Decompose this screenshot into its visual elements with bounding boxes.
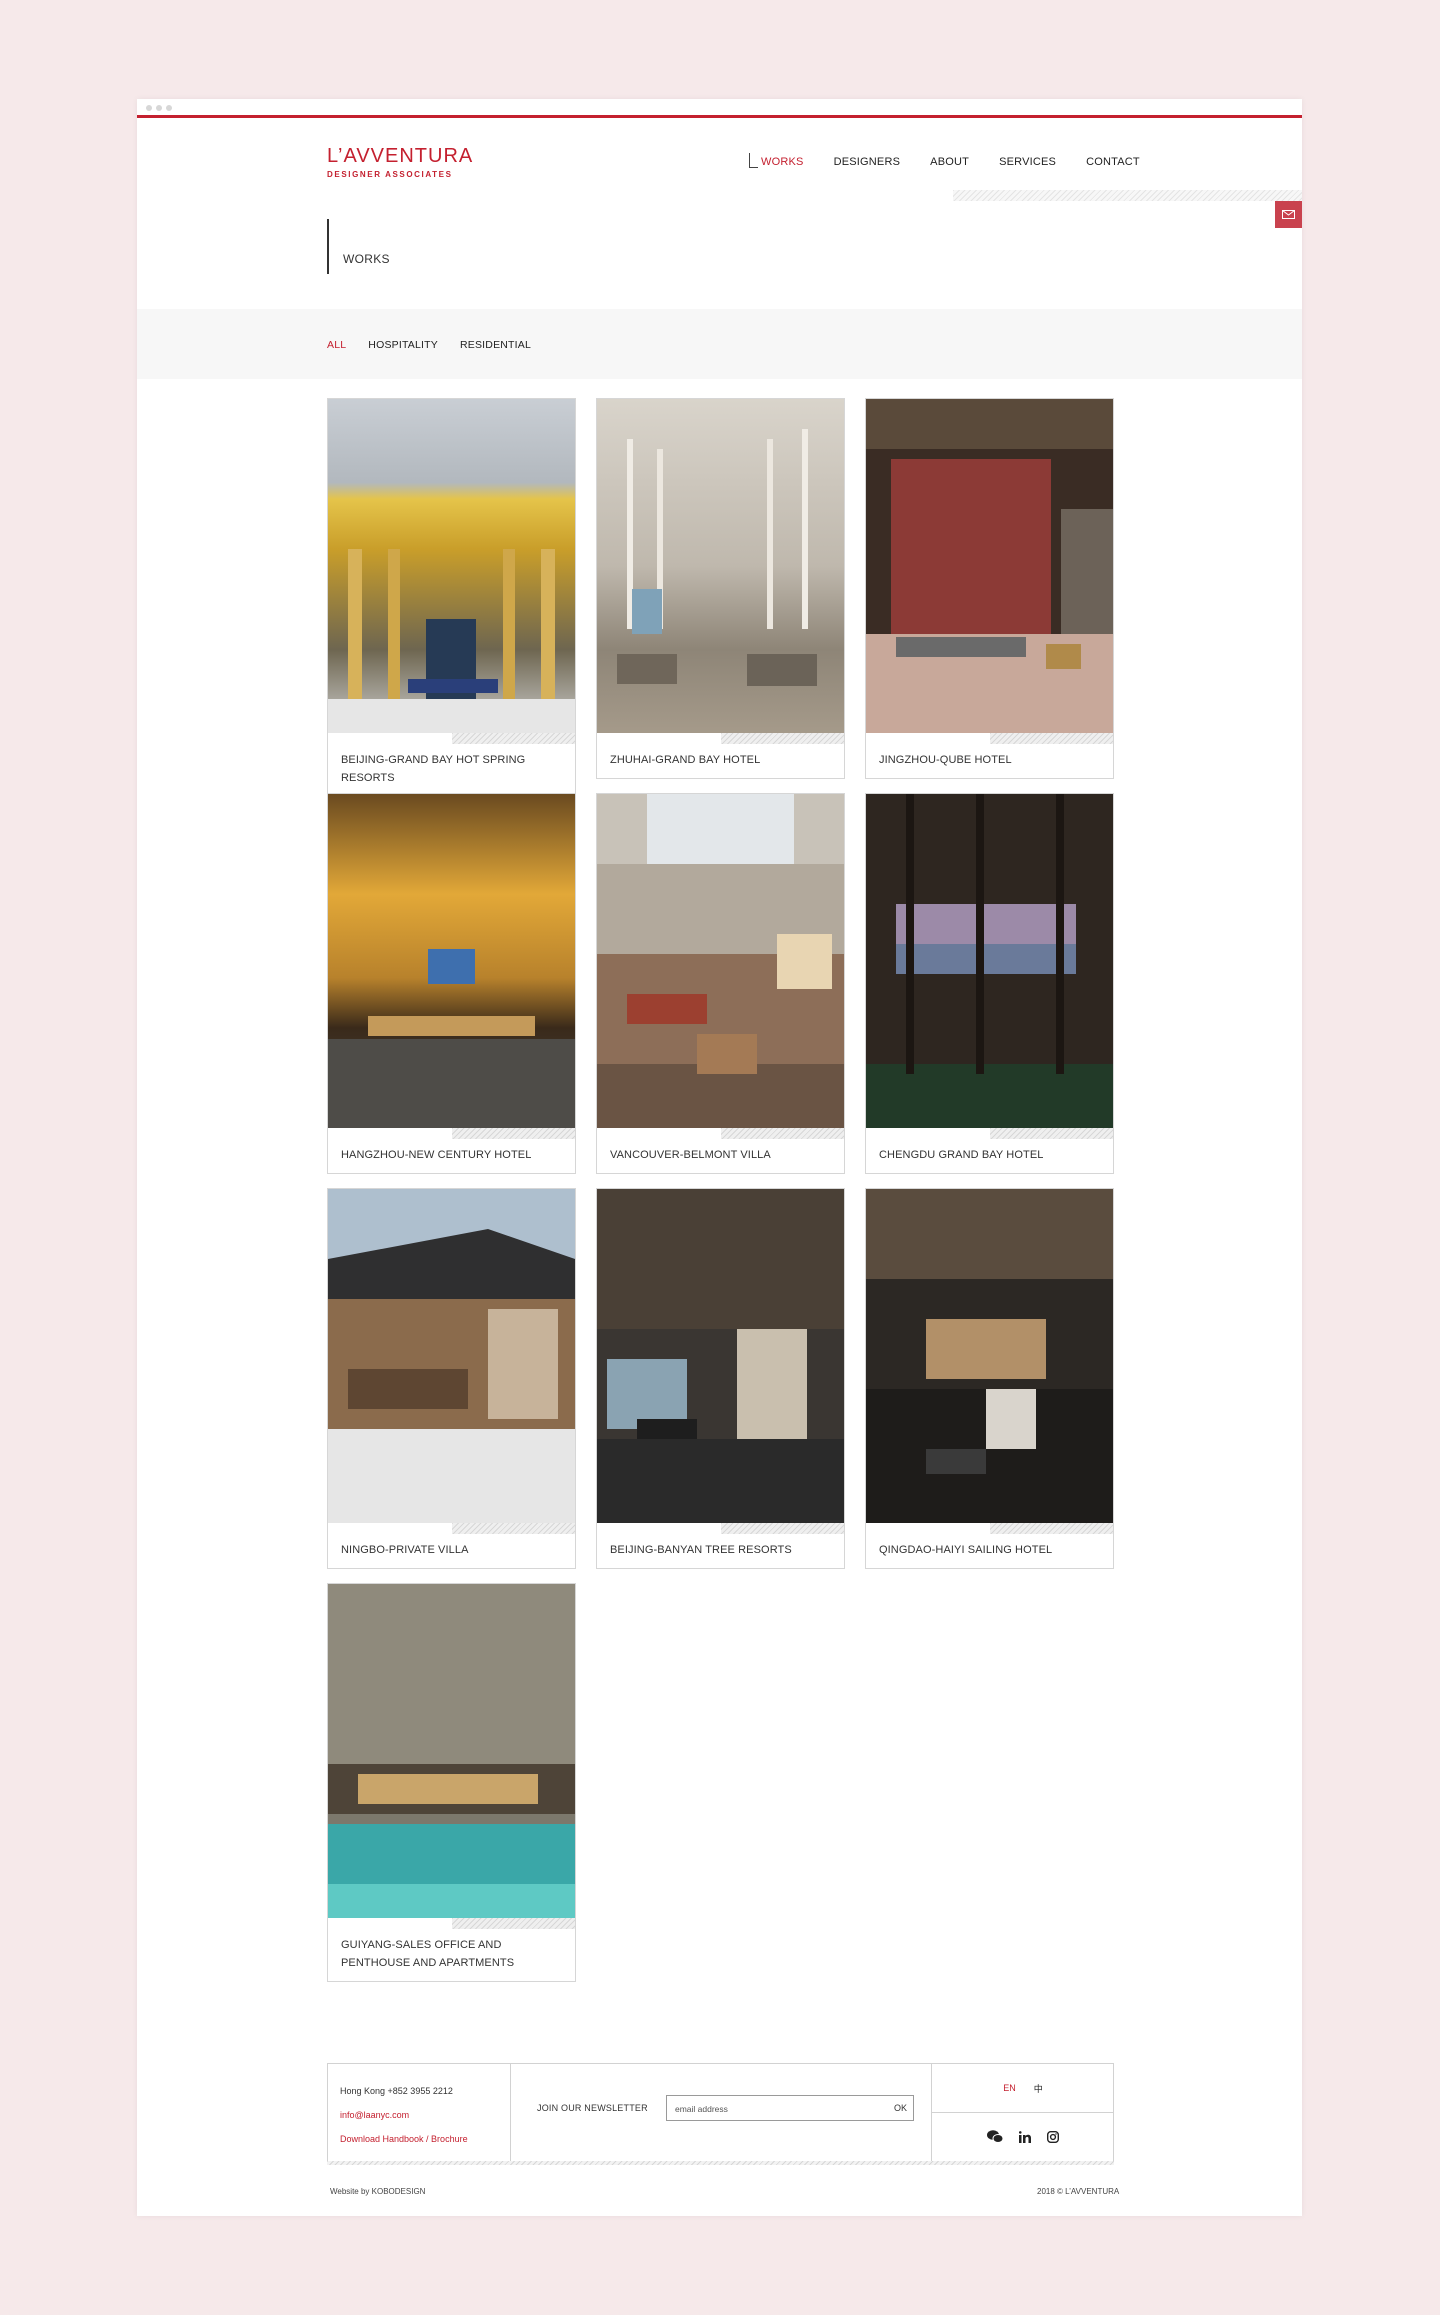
project-card[interactable]: QINGDAO-HAIYI SAILING HOTEL [865, 1188, 1114, 1569]
project-title: QINGDAO-HAIYI SAILING HOTEL [879, 1544, 1053, 1556]
project-image [328, 1189, 575, 1523]
project-card[interactable]: BEIJING-BANYAN TREE RESORTS [596, 1188, 845, 1569]
project-card[interactable]: VANCOUVER-BELMONT VILLA [596, 793, 845, 1174]
filter-all[interactable]: ALL [327, 339, 346, 351]
card-hatch-bar [866, 1128, 1113, 1139]
footer-hatch-decoration [327, 2161, 1114, 2165]
main-nav: WORKS DESIGNERS ABOUT SERVICES CONTACT [749, 153, 1170, 168]
site-footer: Hong Kong +852 3955 2212 info@laanyc.com… [327, 2063, 1114, 2162]
project-card[interactable]: ZHUHAI-GRAND BAY HOTEL [596, 398, 845, 779]
project-image [597, 399, 844, 733]
card-hatch-bar [597, 1128, 844, 1139]
logo-tagline: DESIGNER ASSOCIATES [327, 170, 453, 179]
filter-residential[interactable]: RESIDENTIAL [460, 339, 531, 351]
project-image [597, 794, 844, 1128]
project-title: NINGBO-PRIVATE VILLA [341, 1544, 469, 1556]
linkedin-icon[interactable] [1019, 2130, 1031, 2143]
card-hatch-bar [328, 1523, 575, 1534]
logo-name: L’AVVENTURA [327, 145, 474, 167]
project-image [866, 399, 1113, 733]
project-card[interactable]: GUIYANG-SALES OFFICE AND PENTHOUSE AND A… [327, 1583, 576, 1982]
lang-zh[interactable]: 中 [1034, 2082, 1043, 2095]
nav-about[interactable]: ABOUT [930, 156, 969, 168]
nav-services[interactable]: SERVICES [999, 156, 1056, 168]
card-hatch-bar [328, 1918, 575, 1929]
card-hatch-bar [597, 733, 844, 744]
newsletter-placeholder: email address [675, 2104, 728, 2114]
newsletter-email-input[interactable]: email address OK [666, 2095, 914, 2121]
social-links [932, 2113, 1114, 2160]
footer-lang-social: EN 中 [931, 2064, 1114, 2161]
project-card[interactable]: BEIJING-GRAND BAY HOT SPRING RESORTS [327, 398, 576, 797]
project-image [597, 1189, 844, 1523]
filter-bar: ALL HOSPITALITY RESIDENTIAL [137, 309, 1302, 379]
instagram-icon[interactable] [1047, 2130, 1059, 2143]
newsletter-label: JOIN OUR NEWSLETTER [537, 2103, 648, 2113]
project-title: VANCOUVER-BELMONT VILLA [610, 1149, 771, 1161]
language-switcher: EN 中 [932, 2064, 1114, 2113]
project-title: HANGZHOU-NEW CENTURY HOTEL [341, 1149, 532, 1161]
project-title: JINGZHOU-QUBE HOTEL [879, 754, 1012, 766]
project-image [866, 1189, 1113, 1523]
footer-newsletter: JOIN OUR NEWSLETTER email address OK [511, 2064, 931, 2161]
envelope-icon [1282, 210, 1295, 219]
credit-left[interactable]: Website by KOBODESIGN [330, 2187, 425, 2196]
project-title: BEIJING-GRAND BAY HOT SPRING RESORTS [341, 754, 526, 784]
footer-email-link[interactable]: info@laanyc.com [340, 2110, 409, 2120]
footer-contact: Hong Kong +852 3955 2212 info@laanyc.com… [328, 2064, 511, 2161]
top-accent-line [137, 115, 1302, 118]
page-title: WORKS [343, 252, 390, 266]
window-dot [156, 105, 162, 111]
card-hatch-bar [328, 733, 575, 744]
footer-phone: Hong Kong +852 3955 2212 [340, 2086, 453, 2096]
credit-right: 2018 © L’AVVENTURA [1037, 2187, 1120, 2196]
project-card[interactable]: CHENGDU GRAND BAY HOTEL [865, 793, 1114, 1174]
browser-window: L’AVVENTURA DESIGNER ASSOCIATES WORKS DE… [137, 99, 1302, 2216]
project-image [328, 399, 575, 733]
project-title: CHENGDU GRAND BAY HOTEL [879, 1149, 1044, 1161]
project-image [328, 1584, 575, 1918]
project-card[interactable]: JINGZHOU-QUBE HOTEL [865, 398, 1114, 779]
project-card[interactable]: NINGBO-PRIVATE VILLA [327, 1188, 576, 1569]
card-hatch-bar [866, 733, 1113, 744]
wechat-icon[interactable] [987, 2130, 1003, 2143]
filter-hospitality[interactable]: HOSPITALITY [368, 339, 438, 351]
footer-download-link[interactable]: Download Handbook / Brochure [340, 2134, 468, 2144]
window-dot [146, 105, 152, 111]
project-card[interactable]: HANGZHOU-NEW CENTURY HOTEL [327, 793, 576, 1174]
project-title: GUIYANG-SALES OFFICE AND PENTHOUSE AND A… [341, 1939, 515, 1969]
lang-en[interactable]: EN [1003, 2083, 1016, 2093]
project-image [328, 794, 575, 1128]
nav-designers[interactable]: DESIGNERS [834, 156, 901, 168]
nav-contact[interactable]: CONTACT [1086, 156, 1140, 168]
nav-works[interactable]: WORKS [749, 153, 804, 168]
brand-logo[interactable]: L’AVVENTURA DESIGNER ASSOCIATES [327, 146, 473, 179]
card-hatch-bar [597, 1523, 844, 1534]
card-hatch-bar [328, 1128, 575, 1139]
project-title: BEIJING-BANYAN TREE RESORTS [610, 1544, 792, 1556]
project-title: ZHUHAI-GRAND BAY HOTEL [610, 754, 761, 766]
card-hatch-bar [866, 1523, 1113, 1534]
window-dot [166, 105, 172, 111]
page-title-block: WORKS [327, 219, 390, 274]
newsletter-submit-button[interactable]: OK [894, 2103, 907, 2113]
project-image [866, 794, 1113, 1128]
window-chrome [137, 99, 1302, 115]
mail-button[interactable] [1275, 201, 1302, 228]
header-hatch-decoration [953, 190, 1302, 201]
